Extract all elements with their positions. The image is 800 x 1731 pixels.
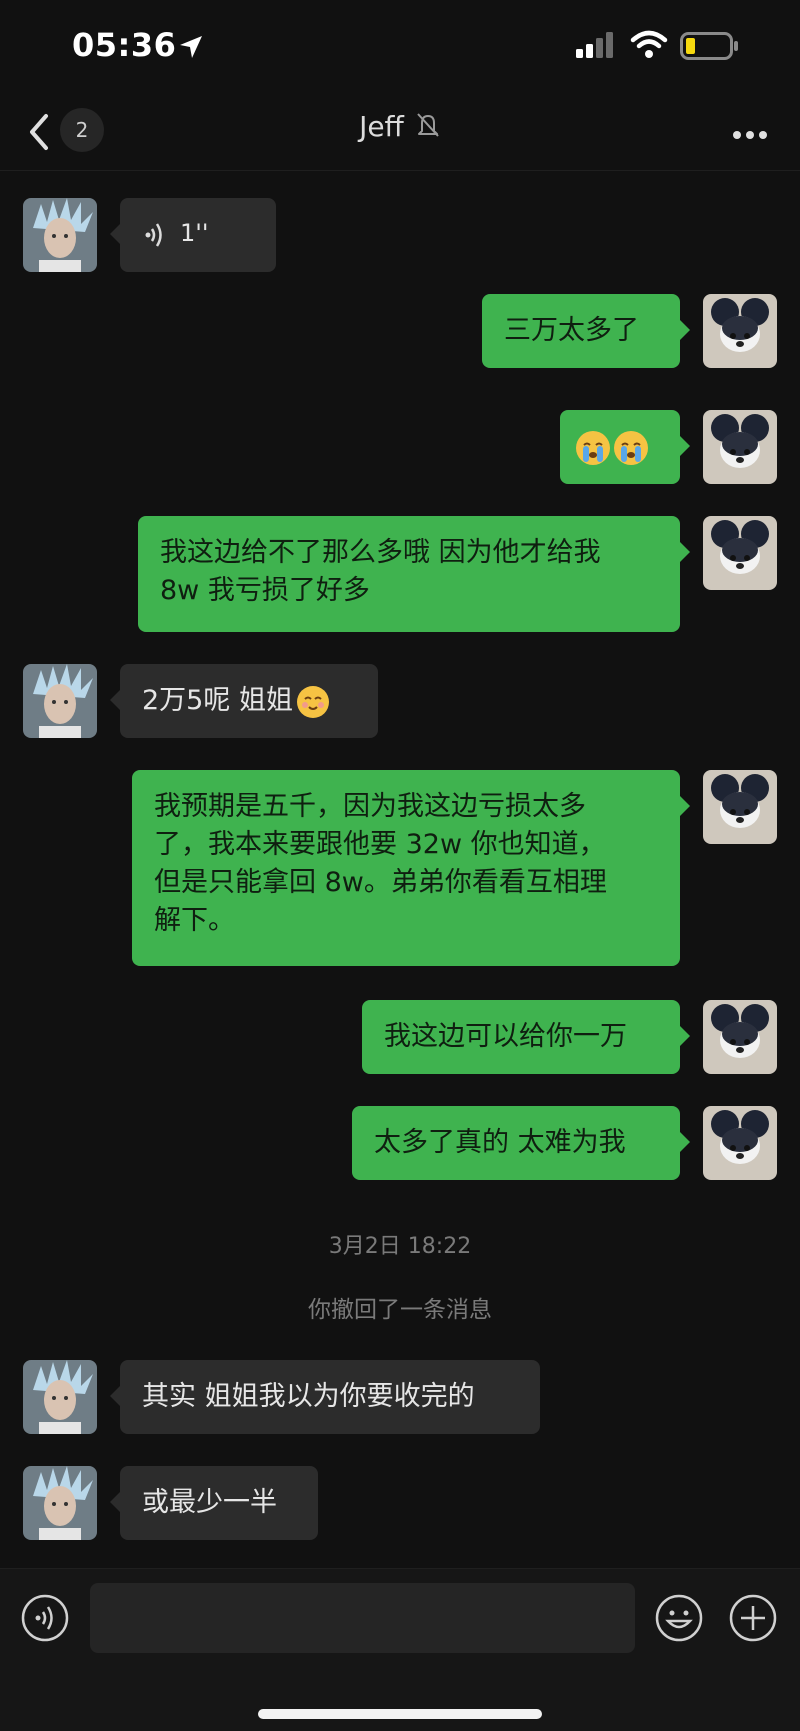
battery-icon [680,32,740,64]
home-indicator[interactable] [258,1709,542,1719]
voice-duration: 1'' [180,219,209,247]
message-bubble[interactable]: 2万5呢 姐姐 [110,664,378,738]
voice-message-bubble[interactable]: 1'' [110,198,276,272]
contact-avatar[interactable] [23,1360,97,1434]
emoji-picker-icon[interactable] [654,1593,704,1647]
cell-signal-icon [576,32,616,62]
message-line: 8w 我亏损了好多 [160,575,370,606]
message-bubble[interactable]: 三万太多了 [482,294,690,368]
chat-title-wrap: Jeff [0,110,800,143]
emoji-message-bubble[interactable] [560,410,690,484]
contact-avatar[interactable] [23,664,97,738]
crying-face-icon [614,430,648,465]
message-bubble[interactable]: 我预期是五千，因为我这边亏损太多 了，我本来要跟他要 32w 你也知道， 但是只… [132,770,690,966]
message-text: 2万5呢 姐姐 [142,685,293,716]
self-avatar[interactable] [703,516,777,590]
message-line: 解下。 [154,905,235,936]
self-avatar[interactable] [703,410,777,484]
message-bubble[interactable]: 太多了真的 太难为我 [352,1106,690,1180]
message-line: 我这边给不了那么多哦 因为他才给我 [160,537,601,568]
message-input[interactable] [90,1583,635,1653]
self-avatar[interactable] [703,294,777,368]
recall-notice: 你撤回了一条消息 [308,1297,492,1323]
message-line: 我预期是五千，因为我这边亏损太多 [154,791,586,822]
message-bubble[interactable]: 其实 姐姐我以为你要收完的 [110,1360,540,1434]
self-avatar[interactable] [703,1000,777,1074]
more-options-icon[interactable] [732,126,768,145]
message-line: 了，我本来要跟他要 32w 你也知道， [154,829,606,860]
crying-face-icon [576,430,610,465]
message-timestamp: 3月2日 18:22 [328,1234,472,1259]
muted-bell-icon [415,111,441,143]
self-avatar[interactable] [703,1106,777,1180]
message-line: 但是只能拿回 8w。弟弟你看看互相理 [154,867,607,898]
voice-input-icon[interactable] [20,1593,70,1647]
self-avatar[interactable] [703,770,777,844]
status-bar: 05:36 [0,0,800,96]
location-arrow-icon [178,34,204,64]
message-bubble[interactable]: 我这边可以给你一万 [362,1000,690,1074]
chat-title: Jeff [359,110,404,143]
smiling-face-icon [296,685,329,718]
message-bubble[interactable]: 我这边给不了那么多哦 因为他才给我 8w 我亏损了好多 [138,516,690,632]
chat-header: 2 Jeff [0,96,800,171]
input-bar [0,1568,800,1731]
contact-avatar[interactable] [23,1466,97,1540]
status-time: 05:36 [72,26,177,64]
more-actions-plus-icon[interactable] [728,1593,778,1647]
wifi-icon [630,30,668,64]
message-bubble[interactable]: 或最少一半 [110,1466,318,1540]
contact-avatar[interactable] [23,198,97,272]
voice-wave-icon [144,220,166,261]
message-list[interactable]: 1'' 三万太多了 我这边给不了那么多哦 因为他才给我 8w 我亏损了好多 2万… [0,170,800,1570]
